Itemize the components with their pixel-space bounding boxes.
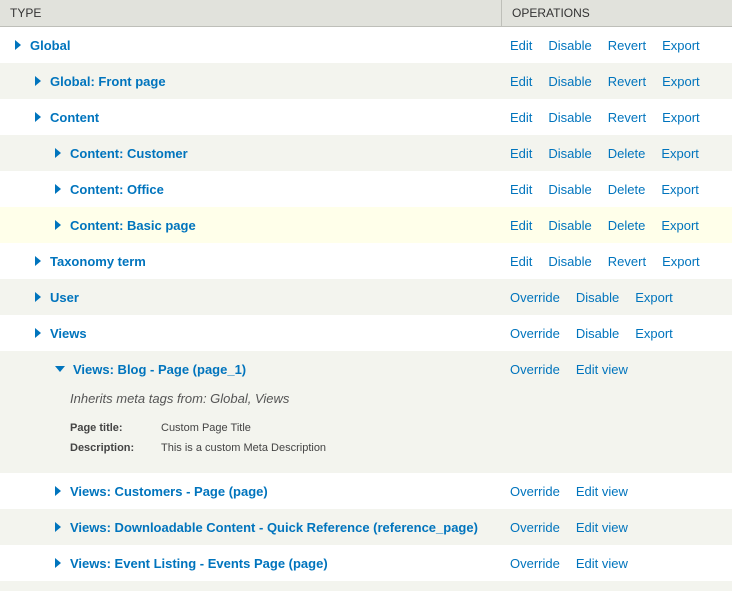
collapse-arrow-icon[interactable] bbox=[55, 366, 65, 372]
expand-arrow-icon[interactable] bbox=[55, 486, 61, 496]
export-link[interactable]: Export bbox=[635, 290, 673, 305]
disable-link[interactable]: Disable bbox=[548, 74, 591, 89]
table-row: Content: Office Edit Disable Delete Expo… bbox=[0, 171, 732, 207]
row-label-taxonomy-term[interactable]: Taxonomy term bbox=[50, 254, 146, 269]
row-label-content[interactable]: Content bbox=[50, 110, 99, 125]
edit-link[interactable]: Edit bbox=[510, 182, 532, 197]
delete-link[interactable]: Delete bbox=[608, 218, 646, 233]
row-label-content-basic-page[interactable]: Content: Basic page bbox=[70, 218, 196, 233]
export-link[interactable]: Export bbox=[661, 146, 699, 161]
table-row-highlighted: Content: Basic page Edit Disable Delete … bbox=[0, 207, 732, 243]
expand-arrow-icon[interactable] bbox=[35, 328, 41, 338]
expand-arrow-icon[interactable] bbox=[35, 256, 41, 266]
export-link[interactable]: Export bbox=[662, 38, 700, 53]
table-row: Views: Event Listing - Events Page (page… bbox=[0, 545, 732, 581]
expand-arrow-icon[interactable] bbox=[35, 112, 41, 122]
edit-link[interactable]: Edit bbox=[510, 254, 532, 269]
table-row: Views: Downloadable Content - Quick Refe… bbox=[0, 509, 732, 545]
disable-link[interactable]: Disable bbox=[548, 38, 591, 53]
row-label-user[interactable]: User bbox=[50, 290, 79, 305]
edit-view-link[interactable]: Edit view bbox=[576, 520, 628, 535]
meta-value: This is a custom Meta Description bbox=[161, 442, 327, 454]
edit-link[interactable]: Edit bbox=[510, 74, 532, 89]
header-type: TYPE bbox=[10, 6, 42, 20]
table-row: Views Override Disable Export bbox=[0, 315, 732, 351]
export-link[interactable]: Export bbox=[662, 110, 700, 125]
delete-link[interactable]: Delete bbox=[608, 146, 646, 161]
expand-arrow-icon[interactable] bbox=[35, 76, 41, 86]
meta-value: Custom Page Title bbox=[161, 422, 251, 434]
disable-link[interactable]: Disable bbox=[548, 146, 591, 161]
export-link[interactable]: Export bbox=[661, 182, 699, 197]
expand-arrow-icon[interactable] bbox=[35, 292, 41, 302]
edit-view-link[interactable]: Edit view bbox=[576, 484, 628, 499]
table-row: Content Edit Disable Revert Export bbox=[0, 99, 732, 135]
edit-link[interactable]: Edit bbox=[510, 146, 532, 161]
disable-link[interactable]: Disable bbox=[548, 182, 591, 197]
row-details: Inherits meta tags from: Global, Views P… bbox=[70, 391, 326, 458]
table-row: Taxonomy term Edit Disable Revert Export bbox=[0, 243, 732, 279]
override-link[interactable]: Override bbox=[510, 362, 560, 377]
edit-view-link[interactable]: Edit view bbox=[576, 362, 628, 377]
table-row: User Override Disable Export bbox=[0, 279, 732, 315]
disable-link[interactable]: Disable bbox=[576, 290, 619, 305]
disable-link[interactable]: Disable bbox=[548, 254, 591, 269]
table-header: TYPE OPERATIONS bbox=[0, 0, 732, 27]
metatag-config-table: TYPE OPERATIONS Global Edit Disable Reve… bbox=[0, 0, 732, 591]
expand-arrow-icon[interactable] bbox=[55, 148, 61, 158]
override-link[interactable]: Override bbox=[510, 326, 560, 341]
table-row: Global Edit Disable Revert Export bbox=[0, 27, 732, 63]
expand-arrow-icon[interactable] bbox=[55, 558, 61, 568]
row-label-global-front-page[interactable]: Global: Front page bbox=[50, 74, 166, 89]
disable-link[interactable]: Disable bbox=[548, 218, 591, 233]
meta-description: Description: This is a custom Meta Descr… bbox=[70, 438, 326, 458]
row-label-content-office[interactable]: Content: Office bbox=[70, 182, 164, 197]
edit-link[interactable]: Edit bbox=[510, 110, 532, 125]
override-link[interactable]: Override bbox=[510, 520, 560, 535]
delete-link[interactable]: Delete bbox=[608, 182, 646, 197]
expand-arrow-icon[interactable] bbox=[55, 220, 61, 230]
table-row-expanded: Views: Blog - Page (page_1) Override Edi… bbox=[0, 351, 732, 473]
expand-arrow-icon[interactable] bbox=[15, 40, 21, 50]
meta-label: Page title: bbox=[70, 422, 123, 434]
edit-link[interactable]: Edit bbox=[510, 38, 532, 53]
inherits-text: Inherits meta tags from: Global, Views bbox=[70, 391, 290, 406]
row-label-views-downloadable-content[interactable]: Views: Downloadable Content - Quick Refe… bbox=[70, 520, 478, 535]
export-link[interactable]: Export bbox=[662, 74, 700, 89]
edit-link[interactable]: Edit bbox=[510, 218, 532, 233]
table-row-partial bbox=[0, 581, 732, 591]
meta-page-title: Page title: Custom Page Title bbox=[70, 418, 326, 438]
override-link[interactable]: Override bbox=[510, 484, 560, 499]
header-operations: OPERATIONS bbox=[501, 0, 732, 26]
table-row: Views: Customers - Page (page) Override … bbox=[0, 473, 732, 509]
disable-link[interactable]: Disable bbox=[576, 326, 619, 341]
row-label-global[interactable]: Global bbox=[30, 38, 70, 53]
revert-link[interactable]: Revert bbox=[608, 110, 646, 125]
table-row: Global: Front page Edit Disable Revert E… bbox=[0, 63, 732, 99]
export-link[interactable]: Export bbox=[661, 218, 699, 233]
export-link[interactable]: Export bbox=[662, 254, 700, 269]
disable-link[interactable]: Disable bbox=[548, 110, 591, 125]
meta-label: Description: bbox=[70, 442, 135, 454]
override-link[interactable]: Override bbox=[510, 556, 560, 571]
expand-arrow-icon[interactable] bbox=[55, 184, 61, 194]
expand-arrow-icon[interactable] bbox=[55, 522, 61, 532]
export-link[interactable]: Export bbox=[635, 326, 673, 341]
row-label-views-blog-page[interactable]: Views: Blog - Page (page_1) bbox=[73, 362, 246, 377]
override-link[interactable]: Override bbox=[510, 290, 560, 305]
revert-link[interactable]: Revert bbox=[608, 38, 646, 53]
row-label-views[interactable]: Views bbox=[50, 326, 87, 341]
revert-link[interactable]: Revert bbox=[608, 254, 646, 269]
row-label-views-event-listing[interactable]: Views: Event Listing - Events Page (page… bbox=[70, 556, 328, 571]
table-row: Content: Customer Edit Disable Delete Ex… bbox=[0, 135, 732, 171]
row-label-content-customer[interactable]: Content: Customer bbox=[70, 146, 188, 161]
revert-link[interactable]: Revert bbox=[608, 74, 646, 89]
row-label-views-customers-page[interactable]: Views: Customers - Page (page) bbox=[70, 484, 268, 499]
edit-view-link[interactable]: Edit view bbox=[576, 556, 628, 571]
